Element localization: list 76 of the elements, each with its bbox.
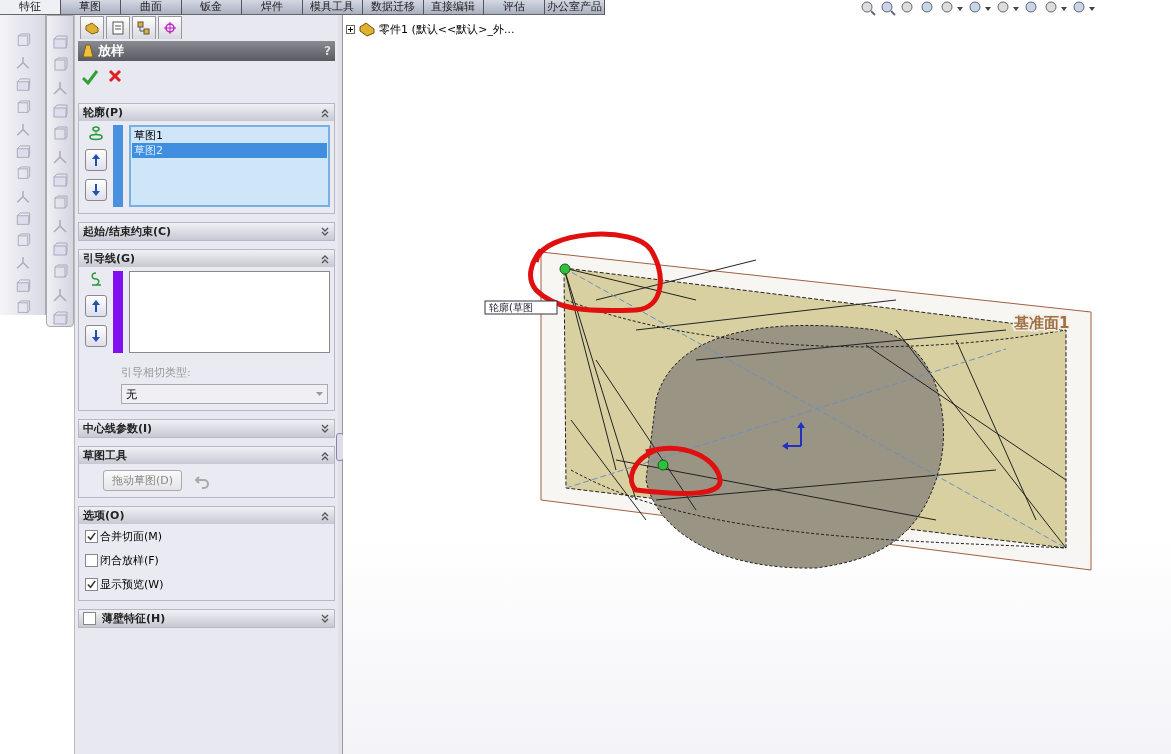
part-tree-item[interactable]: 零件1 (默认<<默认>_外... [379,21,515,37]
axis-triad-icon [782,422,805,450]
collapse-chevron-icon[interactable] [320,107,330,118]
command-tab[interactable]: 草图 [60,0,121,14]
checkbox[interactable] [85,553,98,567]
feature-tool-icon[interactable] [14,121,31,138]
section-title: 引导线(G) [83,251,136,266]
guide-curve-list[interactable] [129,271,330,353]
feature-tool-icon[interactable] [14,277,31,293]
arrow-up-icon [91,299,101,313]
expand-chevron-icon[interactable] [320,613,330,624]
command-tab[interactable]: 焊件 [242,0,303,14]
feature-tool-icon[interactable] [14,210,31,227]
feature-tool-icon[interactable] [14,144,31,160]
loft-icon [82,44,94,58]
panel-title: 放样 [98,42,125,60]
feature-tool-icon[interactable] [14,188,31,204]
section-title: 中心线参数(I) [83,421,153,436]
command-tab[interactable]: 直接编辑 [423,0,484,14]
property-manager-tab[interactable] [106,16,130,39]
feature-tree-tab[interactable] [80,16,104,39]
arrow-down-icon [91,183,101,197]
expand-tree-icon[interactable] [346,24,355,34]
move-up-button[interactable] [85,295,107,317]
profile-list-item[interactable]: 草图1 [132,128,327,143]
expand-chevron-icon[interactable] [320,226,330,237]
tree-structure-icon [137,21,151,35]
move-down-button[interactable] [85,325,107,347]
section-title: 草图工具 [83,448,127,463]
checkbox[interactable] [85,529,98,543]
option-label: 合并切面(M) [100,528,163,544]
profile-list[interactable]: 草图1 草图2 [129,125,330,207]
command-tab[interactable]: 曲面 [121,0,182,14]
checkbox[interactable] [85,577,98,591]
feature-tool-icon[interactable] [52,80,68,96]
feature-tool-icon[interactable] [14,77,31,93]
arrow-down-icon [91,329,101,343]
ok-check-icon[interactable] [82,69,98,85]
part-icon [358,21,376,37]
move-up-button[interactable] [85,149,107,171]
command-tab[interactable]: 钣金 [181,0,242,14]
profile-icon [88,125,104,141]
checkbox[interactable] [83,612,96,625]
crosshair-icon [163,21,177,35]
profile-callout: 轮廓(草图 [484,300,558,315]
command-tab[interactable]: 特征 [0,0,61,14]
part-icon [84,20,100,36]
section-title: 选项(O) [83,508,125,523]
command-tab[interactable]: 办公室产品 [544,0,605,14]
document-icon [111,21,125,35]
feature-tool-icon[interactable] [52,218,68,234]
section-title: 轮廓(P) [83,105,124,120]
feature-tool-icon[interactable] [52,149,68,165]
feature-tool-icon[interactable] [14,55,31,71]
option-label: 显示预览(W) [100,576,164,592]
option-label: 闭合放样(F) [100,552,159,568]
cancel-x-icon[interactable] [108,69,122,83]
zoom-fit-icon[interactable] [860,0,876,16]
tangency-type-label: 引导相切类型: [120,365,192,381]
dropdown-caret-icon [316,392,323,396]
configuration-tab[interactable] [132,16,156,39]
expand-chevron-icon[interactable] [320,423,330,434]
section-title: 起始/结束约束(C) [83,224,172,239]
feature-tool-icon[interactable] [52,287,68,303]
arrow-up-icon [91,153,101,167]
command-tab[interactable]: 模具工具 [302,0,363,14]
command-tab[interactable]: 评估 [484,0,545,14]
feature-tool-icon[interactable] [14,255,31,271]
point-marker[interactable] [559,263,571,275]
command-tab[interactable]: 数据迁移 [363,0,424,14]
collapse-chevron-icon[interactable] [320,510,330,521]
move-down-button[interactable] [85,179,107,201]
section-title: 薄壁特征(H) [102,611,166,626]
point-marker[interactable] [657,459,669,471]
dimxpert-tab[interactable] [158,16,182,39]
zoom-area-icon[interactable] [880,0,896,16]
